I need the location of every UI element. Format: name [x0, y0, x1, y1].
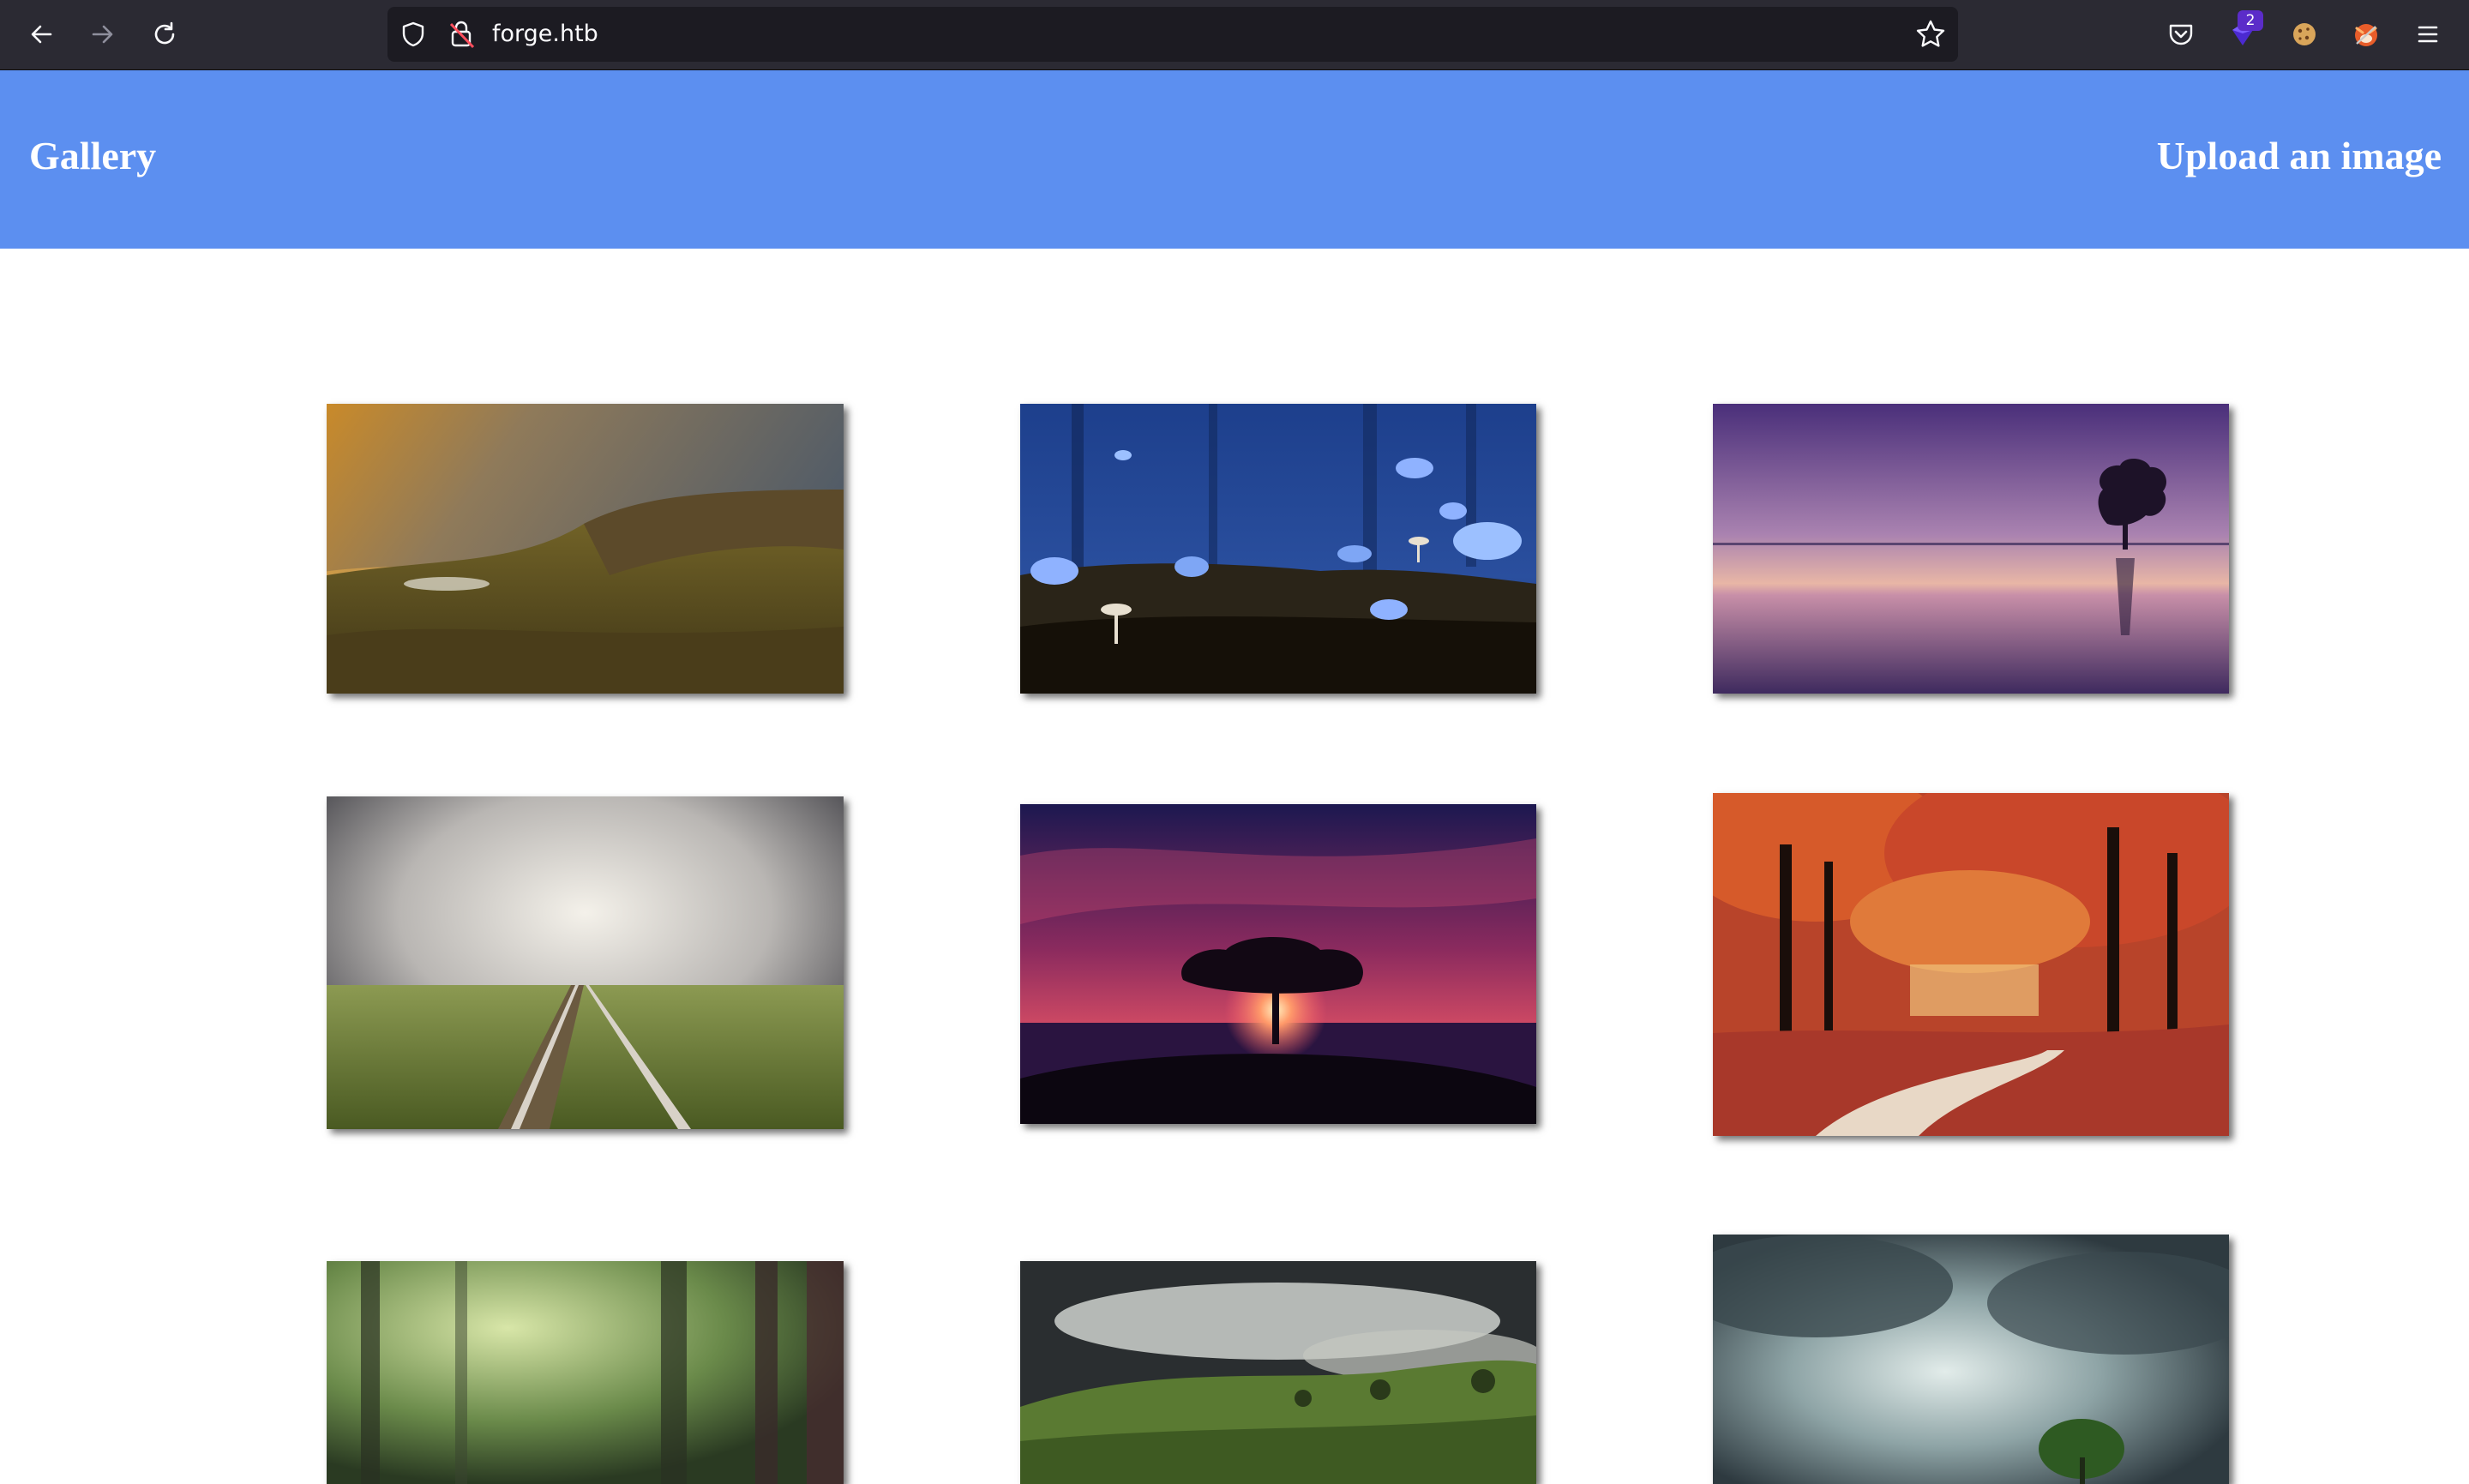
tree-silhouette-image [1020, 804, 1536, 1124]
misty-forest-image [327, 1261, 844, 1484]
gallery-image-railway-tracks[interactable] [327, 796, 844, 1129]
gallery-image-stormy-sky[interactable] [1713, 1235, 2229, 1484]
back-button[interactable] [21, 14, 62, 55]
insecure-lock-icon[interactable] [448, 19, 477, 50]
mountain-valley-image [327, 404, 844, 694]
extension-badge: 2 [2238, 10, 2263, 31]
reload-icon [154, 21, 175, 45]
gallery-image-mountain-valley[interactable] [327, 404, 844, 694]
pocket-icon [2169, 24, 2193, 45]
menu-button[interactable] [2409, 15, 2447, 53]
fox-extension-button[interactable] [2347, 15, 2385, 53]
hamburger-menu-icon [2418, 26, 2438, 43]
stormy-sky-image [1713, 1235, 2229, 1484]
bookmark-star-icon[interactable] [1915, 19, 1946, 50]
browser-toolbar: forge.htb 2 [0, 0, 2469, 70]
foggy-hills-image [1020, 1261, 1536, 1484]
shield-icon[interactable] [399, 21, 427, 48]
back-arrow-icon [31, 25, 52, 44]
address-bar[interactable]: forge.htb [387, 7, 1958, 62]
forward-button[interactable] [82, 14, 123, 55]
gallery-image-autumn-forest[interactable] [1713, 793, 2229, 1136]
blue-butterflies-image [1020, 404, 1536, 694]
gallery-image-blue-butterflies[interactable] [1020, 404, 1536, 694]
forward-arrow-icon [92, 25, 113, 44]
reload-button[interactable] [144, 14, 185, 55]
gallery-image-foggy-hills[interactable] [1020, 1261, 1536, 1484]
cookie-icon [2293, 23, 2316, 45]
lake-tree-image [1713, 404, 2229, 694]
autumn-forest-image [1713, 793, 2229, 1136]
pocket-button[interactable] [2162, 15, 2200, 53]
railway-tracks-image [327, 796, 844, 1129]
upload-image-link[interactable]: Upload an image [2157, 132, 2442, 180]
url-text[interactable]: forge.htb [492, 21, 598, 48]
gallery-image-misty-forest[interactable] [327, 1261, 844, 1484]
gallery-image-lake-tree[interactable] [1713, 404, 2229, 694]
cookie-extension-button[interactable] [2286, 15, 2323, 53]
gallery-image-tree-silhouette[interactable] [1020, 804, 1536, 1124]
fox-extension-icon [2355, 24, 2377, 46]
gallery-title-link[interactable]: Gallery [29, 132, 156, 180]
site-header: Gallery Upload an image [0, 70, 2469, 249]
